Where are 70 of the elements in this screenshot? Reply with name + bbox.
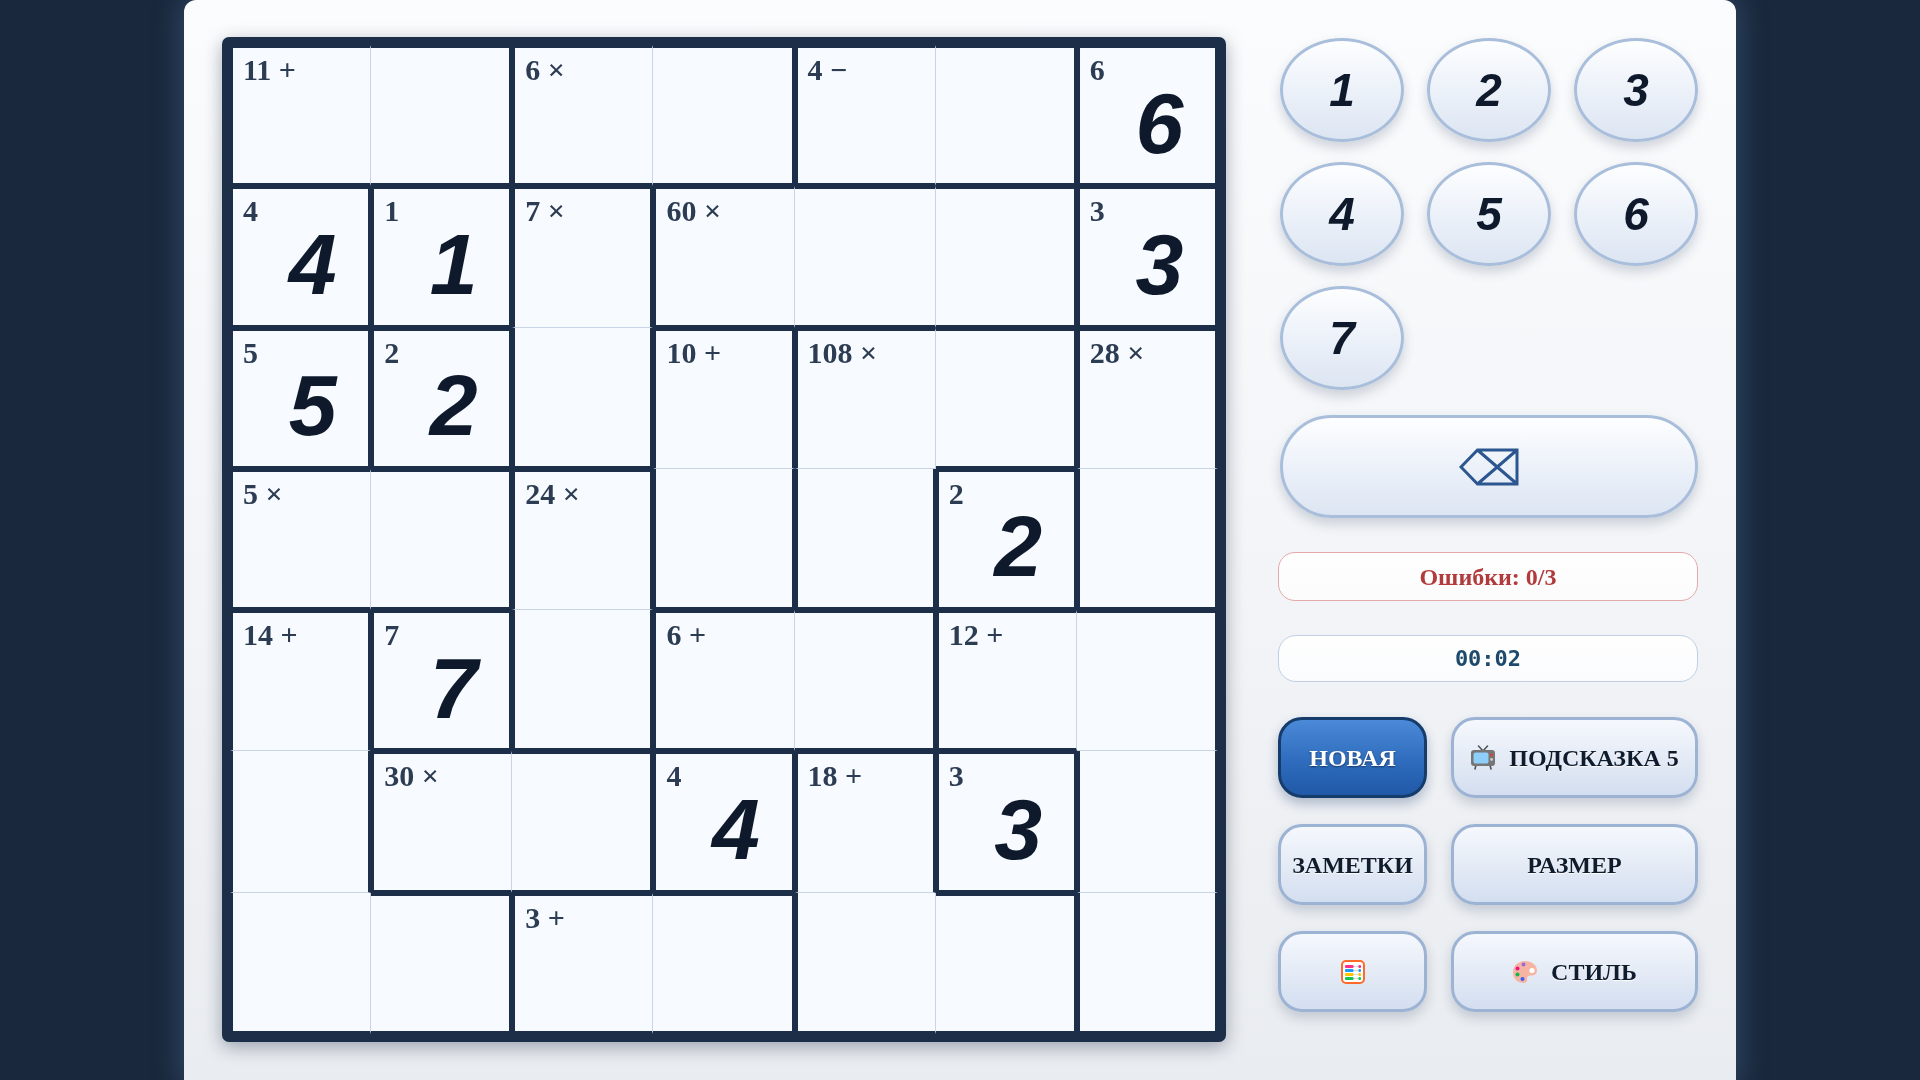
notes-button[interactable]: ЗАМЕТКИ: [1278, 824, 1427, 905]
cage-clue: 6 ×: [524, 52, 565, 88]
cage-clue: 12 +: [947, 617, 1004, 654]
number-key[interactable]: 7: [1280, 286, 1404, 390]
cage-clue: 18 +: [806, 758, 863, 795]
grid-cell[interactable]: 6 +: [653, 610, 795, 752]
cell-digit: 5: [288, 362, 337, 449]
number-key[interactable]: 2: [1427, 38, 1551, 142]
palette-icon: [1512, 959, 1539, 984]
cell-digit: 2: [994, 503, 1043, 590]
cell-digit: 4: [288, 220, 337, 307]
cell-digit: 3: [1135, 220, 1184, 307]
cell-digit: 3: [994, 786, 1043, 873]
style-button[interactable]: СТИЛЬ: [1451, 931, 1698, 1012]
cage-clue: 60 ×: [665, 193, 722, 230]
grid-cell[interactable]: [230, 751, 372, 893]
tv-icon: [1470, 745, 1497, 770]
cell-digit: 1: [429, 220, 478, 307]
cage-clue: 1: [383, 193, 400, 230]
grid-cell[interactable]: 60 ×: [653, 186, 795, 328]
mistakes-counter: Ошибки: 0/3: [1278, 552, 1698, 601]
grid-cell[interactable]: 7 ×: [512, 186, 654, 328]
cage-clue: 108 ×: [806, 334, 878, 371]
cell-digit: 2: [429, 362, 478, 449]
cage-clue: 7: [383, 617, 400, 654]
grid-cell[interactable]: [935, 186, 1077, 328]
cage-clue: 2: [383, 334, 400, 371]
hint-button[interactable]: ПОДСКАЗКА 5: [1451, 717, 1698, 798]
cage-clue: 6 +: [665, 617, 707, 654]
size-button[interactable]: РАЗМЕР: [1451, 824, 1698, 905]
abacus-icon: [1340, 959, 1365, 984]
cage-clue: 28 ×: [1088, 334, 1145, 371]
cage-clue: 2: [947, 475, 964, 512]
cage-clue: 10 +: [665, 334, 722, 371]
grid-cell[interactable]: 3 +: [512, 892, 654, 1034]
grid-cell[interactable]: 5 ×: [230, 468, 372, 611]
grid-cell[interactable]: 4 4: [653, 751, 795, 893]
cage-clue: 24 ×: [524, 475, 580, 512]
grid-cell[interactable]: [1076, 610, 1218, 752]
cell-digit: 4: [712, 786, 760, 873]
grid-cell[interactable]: [1076, 751, 1218, 893]
cage-clue: 5 ×: [242, 475, 283, 512]
grid-cell[interactable]: 6 ×: [512, 45, 654, 187]
grid-cell[interactable]: 11 +: [230, 45, 372, 187]
number-key[interactable]: 4: [1280, 162, 1404, 266]
cell-digit: 6: [1135, 79, 1184, 166]
number-key[interactable]: 5: [1427, 162, 1551, 266]
cage-clue: 3: [1088, 193, 1105, 230]
cage-clue: 14 +: [242, 617, 298, 654]
cage-clue: 11 +: [242, 52, 296, 88]
new-game-button[interactable]: НОВАЯ: [1278, 717, 1427, 798]
backspace-icon: [1459, 447, 1519, 486]
cage-clue: 6: [1088, 52, 1105, 88]
cage-clue: 4 −: [806, 52, 848, 88]
timer-display: 00:02: [1278, 635, 1698, 682]
cage-clue: 30 ×: [383, 758, 439, 795]
number-key[interactable]: 1: [1280, 38, 1404, 142]
grid-cell[interactable]: [794, 186, 936, 328]
cage-clue: 3 +: [524, 899, 565, 936]
grid-cell[interactable]: 14 +: [230, 610, 372, 752]
cage-clue: 4: [242, 193, 258, 230]
cage-clue: 5: [242, 334, 258, 371]
number-key[interactable]: 6: [1574, 162, 1698, 266]
grid-cell[interactable]: 108 ×: [794, 327, 936, 469]
grid-cell[interactable]: 30 ×: [371, 751, 513, 893]
cage-clue: 7 ×: [524, 193, 565, 230]
cage-clue: 3: [947, 758, 964, 795]
number-key[interactable]: 3: [1574, 38, 1698, 142]
grid-cell[interactable]: 18 +: [794, 751, 936, 893]
cage-clue: 4: [665, 758, 682, 795]
